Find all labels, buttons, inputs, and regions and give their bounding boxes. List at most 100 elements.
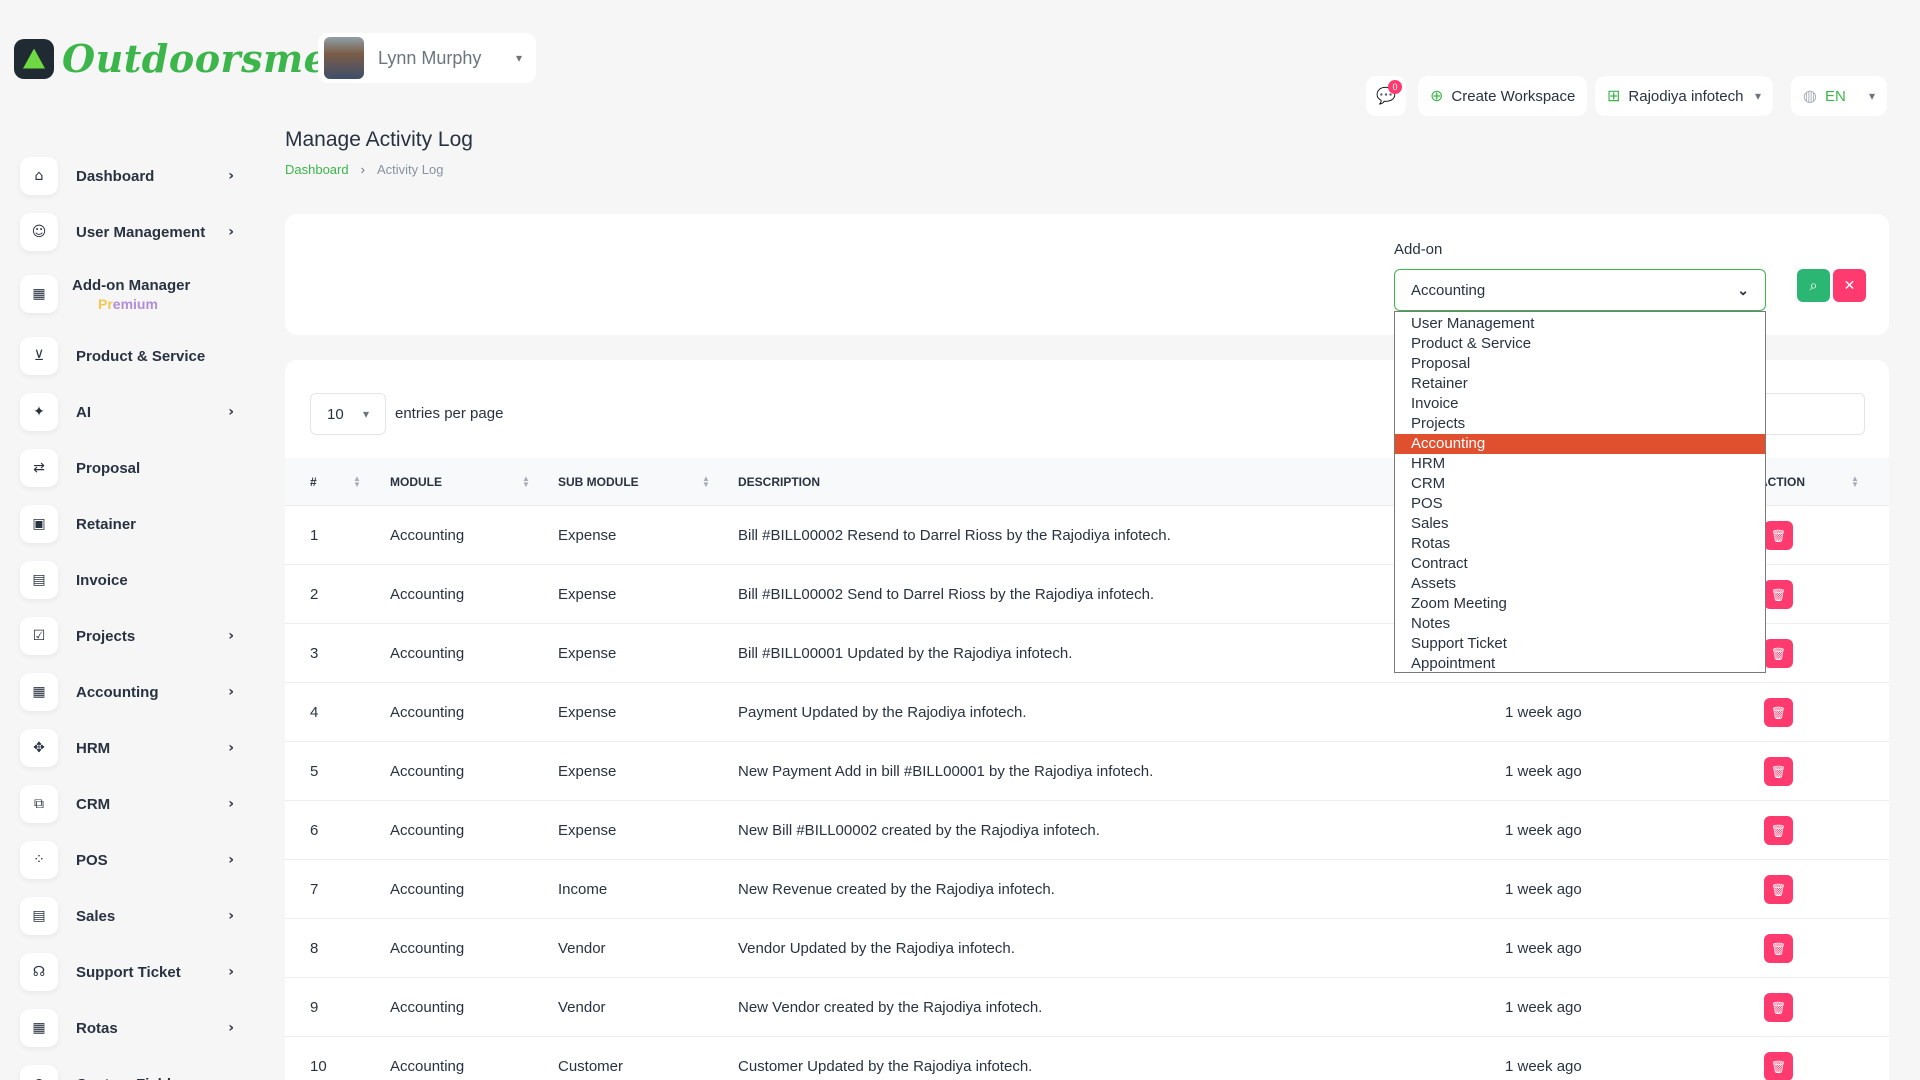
table-row: 9 Accounting Vendor New Vendor created by t… — [285, 978, 1889, 1037]
brand-logo[interactable]: Outdoorsmen — [14, 36, 356, 81]
addon-option[interactable]: Rotas — [1395, 534, 1765, 554]
home-icon: ⌂ — [20, 157, 58, 195]
rotas-icon: ▦ — [20, 1009, 58, 1047]
column-header-sub-module[interactable]: SUB MODULE — [558, 458, 639, 506]
delete-button[interactable]: 🗑 — [1764, 639, 1793, 668]
create-workspace-label: Create Workspace — [1451, 87, 1576, 105]
sort-icon[interactable]: ▲ ▼ — [353, 475, 361, 489]
chevron-down-icon: ▾ — [1868, 89, 1875, 103]
sidebar-item-crm[interactable]: ⧉ CRM › — [20, 776, 238, 832]
language-code: EN — [1824, 87, 1846, 105]
sidebar-item-proposal[interactable]: ⇄ Proposal — [20, 440, 238, 496]
sidebar-item-dashboard[interactable]: ⌂ Dashboard › — [20, 148, 238, 204]
addon-option[interactable]: Proposal — [1395, 354, 1765, 374]
sidebar-item-invoice[interactable]: ▤ Invoice — [20, 552, 238, 608]
entries-per-page-select[interactable]: 10 ▾ — [310, 393, 386, 435]
delete-button[interactable]: 🗑 — [1764, 816, 1793, 845]
sort-icon[interactable]: ▲ ▼ — [522, 475, 530, 489]
globe-icon: ◍ — [1803, 88, 1817, 105]
trash-icon: ✕ — [1843, 277, 1856, 294]
sidebar-item-product-service[interactable]: ⊻ Product & Service — [20, 328, 238, 384]
addon-option[interactable]: Zoom Meeting — [1395, 594, 1765, 614]
user-switcher[interactable]: Lynn Murphy ▾ — [318, 33, 536, 83]
row-description: Payment Updated by the Rajodiya infotech… — [738, 704, 1027, 721]
addon-option[interactable]: Accounting — [1395, 434, 1765, 454]
sidebar-item-add-on-manager[interactable]: ▦ Add-on Manager Premium — [20, 260, 238, 328]
addon-option[interactable]: Projects — [1395, 414, 1765, 434]
delete-button[interactable]: 🗑 — [1764, 698, 1793, 727]
row-time: 1 week ago — [1505, 999, 1582, 1016]
addon-option[interactable]: Product & Service — [1395, 334, 1765, 354]
chevron-right-icon: › — [228, 908, 234, 924]
trash-icon: 🗑 — [1770, 823, 1787, 838]
addon-option[interactable]: POS — [1395, 494, 1765, 514]
search-button[interactable]: ⌕ — [1797, 269, 1830, 302]
entries-per-page-label: entries per page — [395, 405, 504, 422]
premium-label-prefix: Pr — [98, 296, 113, 312]
retainer-icon: ▣ — [20, 505, 58, 543]
addon-option[interactable]: CRM — [1395, 474, 1765, 494]
delete-button[interactable]: 🗑 — [1764, 875, 1793, 904]
workspace-switcher[interactable]: ⊞ Rajodiya infotech ▾ — [1595, 76, 1773, 116]
sidebar-item-projects[interactable]: ☑ Projects › — [20, 608, 238, 664]
ai-icon: ✦ — [20, 393, 58, 431]
row-sub-module: Vendor — [558, 999, 606, 1016]
delete-button[interactable]: 🗑 — [1764, 757, 1793, 786]
reset-filter-button[interactable]: ✕ — [1833, 269, 1866, 302]
sidebar-nav: ⌂ Dashboard › ☺ User Management › ▦ Add-on Mana… — [20, 148, 238, 1080]
sidebar-item-support-ticket[interactable]: ☊ Support Ticket › — [20, 944, 238, 1000]
sidebar-item-sales[interactable]: ▤ Sales › — [20, 888, 238, 944]
sidebar-item-custom-field[interactable]: ⊕ Custom Field — [20, 1056, 238, 1080]
search-icon: ⌕ — [1809, 277, 1818, 294]
row-number: 5 — [310, 763, 319, 780]
addon-select[interactable]: Accounting ⌄ — [1394, 269, 1766, 311]
row-description: Bill #BILL00002 Send to Darrel Rioss by … — [738, 586, 1155, 603]
chevron-right-icon: › — [228, 964, 234, 980]
language-switcher[interactable]: ◍ EN ▾ — [1791, 76, 1887, 116]
addon-option[interactable]: Assets — [1395, 574, 1765, 594]
cart-icon: ⊻ — [20, 337, 58, 375]
delete-button[interactable]: 🗑 — [1764, 934, 1793, 963]
sort-icon[interactable]: ▲ ▼ — [702, 475, 710, 489]
create-workspace-button[interactable]: ⊕ Create Workspace — [1418, 76, 1588, 116]
addon-option[interactable]: Contract — [1395, 554, 1765, 574]
row-number: 1 — [310, 527, 319, 544]
column-header-description[interactable]: DESCRIPTION — [738, 458, 820, 506]
sort-icon[interactable]: ▲ ▼ — [1851, 475, 1859, 489]
delete-button[interactable]: 🗑 — [1764, 993, 1793, 1022]
addon-option[interactable]: Support Ticket — [1395, 634, 1765, 654]
breadcrumb-home[interactable]: Dashboard — [285, 162, 349, 177]
row-sub-module: Expense — [558, 645, 617, 662]
row-module: Accounting — [390, 704, 465, 721]
trash-icon: 🗑 — [1770, 882, 1787, 897]
sidebar-item-pos[interactable]: ⁘ POS › — [20, 832, 238, 888]
sidebar-item-hrm[interactable]: ✥ HRM › — [20, 720, 238, 776]
sidebar-item-label: HRM — [76, 739, 111, 757]
delete-button[interactable]: 🗑 — [1764, 521, 1793, 550]
sidebar-item-label: Retainer — [76, 515, 137, 533]
delete-button[interactable]: 🗑 — [1764, 1052, 1793, 1080]
plus-circle-icon: ⊕ — [20, 1065, 58, 1080]
addon-option[interactable]: Notes — [1395, 614, 1765, 634]
addon-option[interactable]: Retainer — [1395, 374, 1765, 394]
chat-button[interactable]: 💬 0 — [1366, 76, 1406, 116]
column-header-num[interactable]: # — [310, 458, 317, 506]
column-header-module[interactable]: MODULE — [390, 458, 442, 506]
addon-option[interactable]: Sales — [1395, 514, 1765, 534]
sidebar-item-accounting[interactable]: ▦ Accounting › — [20, 664, 238, 720]
sidebar-item-label: Add-on Manager — [72, 276, 191, 294]
addon-option[interactable]: Appointment — [1395, 654, 1765, 674]
sidebar-item-retainer[interactable]: ▣ Retainer — [20, 496, 238, 552]
sidebar-item-rotas[interactable]: ▦ Rotas › — [20, 1000, 238, 1056]
row-module: Accounting — [390, 763, 465, 780]
headset-icon: ☊ — [20, 953, 58, 991]
delete-button[interactable]: 🗑 — [1764, 580, 1793, 609]
sidebar-item-ai[interactable]: ✦ AI › — [20, 384, 238, 440]
row-sub-module: Expense — [558, 527, 617, 544]
sidebar-item-user-management[interactable]: ☺ User Management › — [20, 204, 238, 260]
addon-option[interactable]: HRM — [1395, 454, 1765, 474]
sidebar-item-label: POS — [76, 851, 108, 869]
addon-option[interactable]: Invoice — [1395, 394, 1765, 414]
table-row: 8 Accounting Vendor Vendor Updated by the R… — [285, 919, 1889, 978]
addon-option[interactable]: User Management — [1395, 314, 1765, 334]
